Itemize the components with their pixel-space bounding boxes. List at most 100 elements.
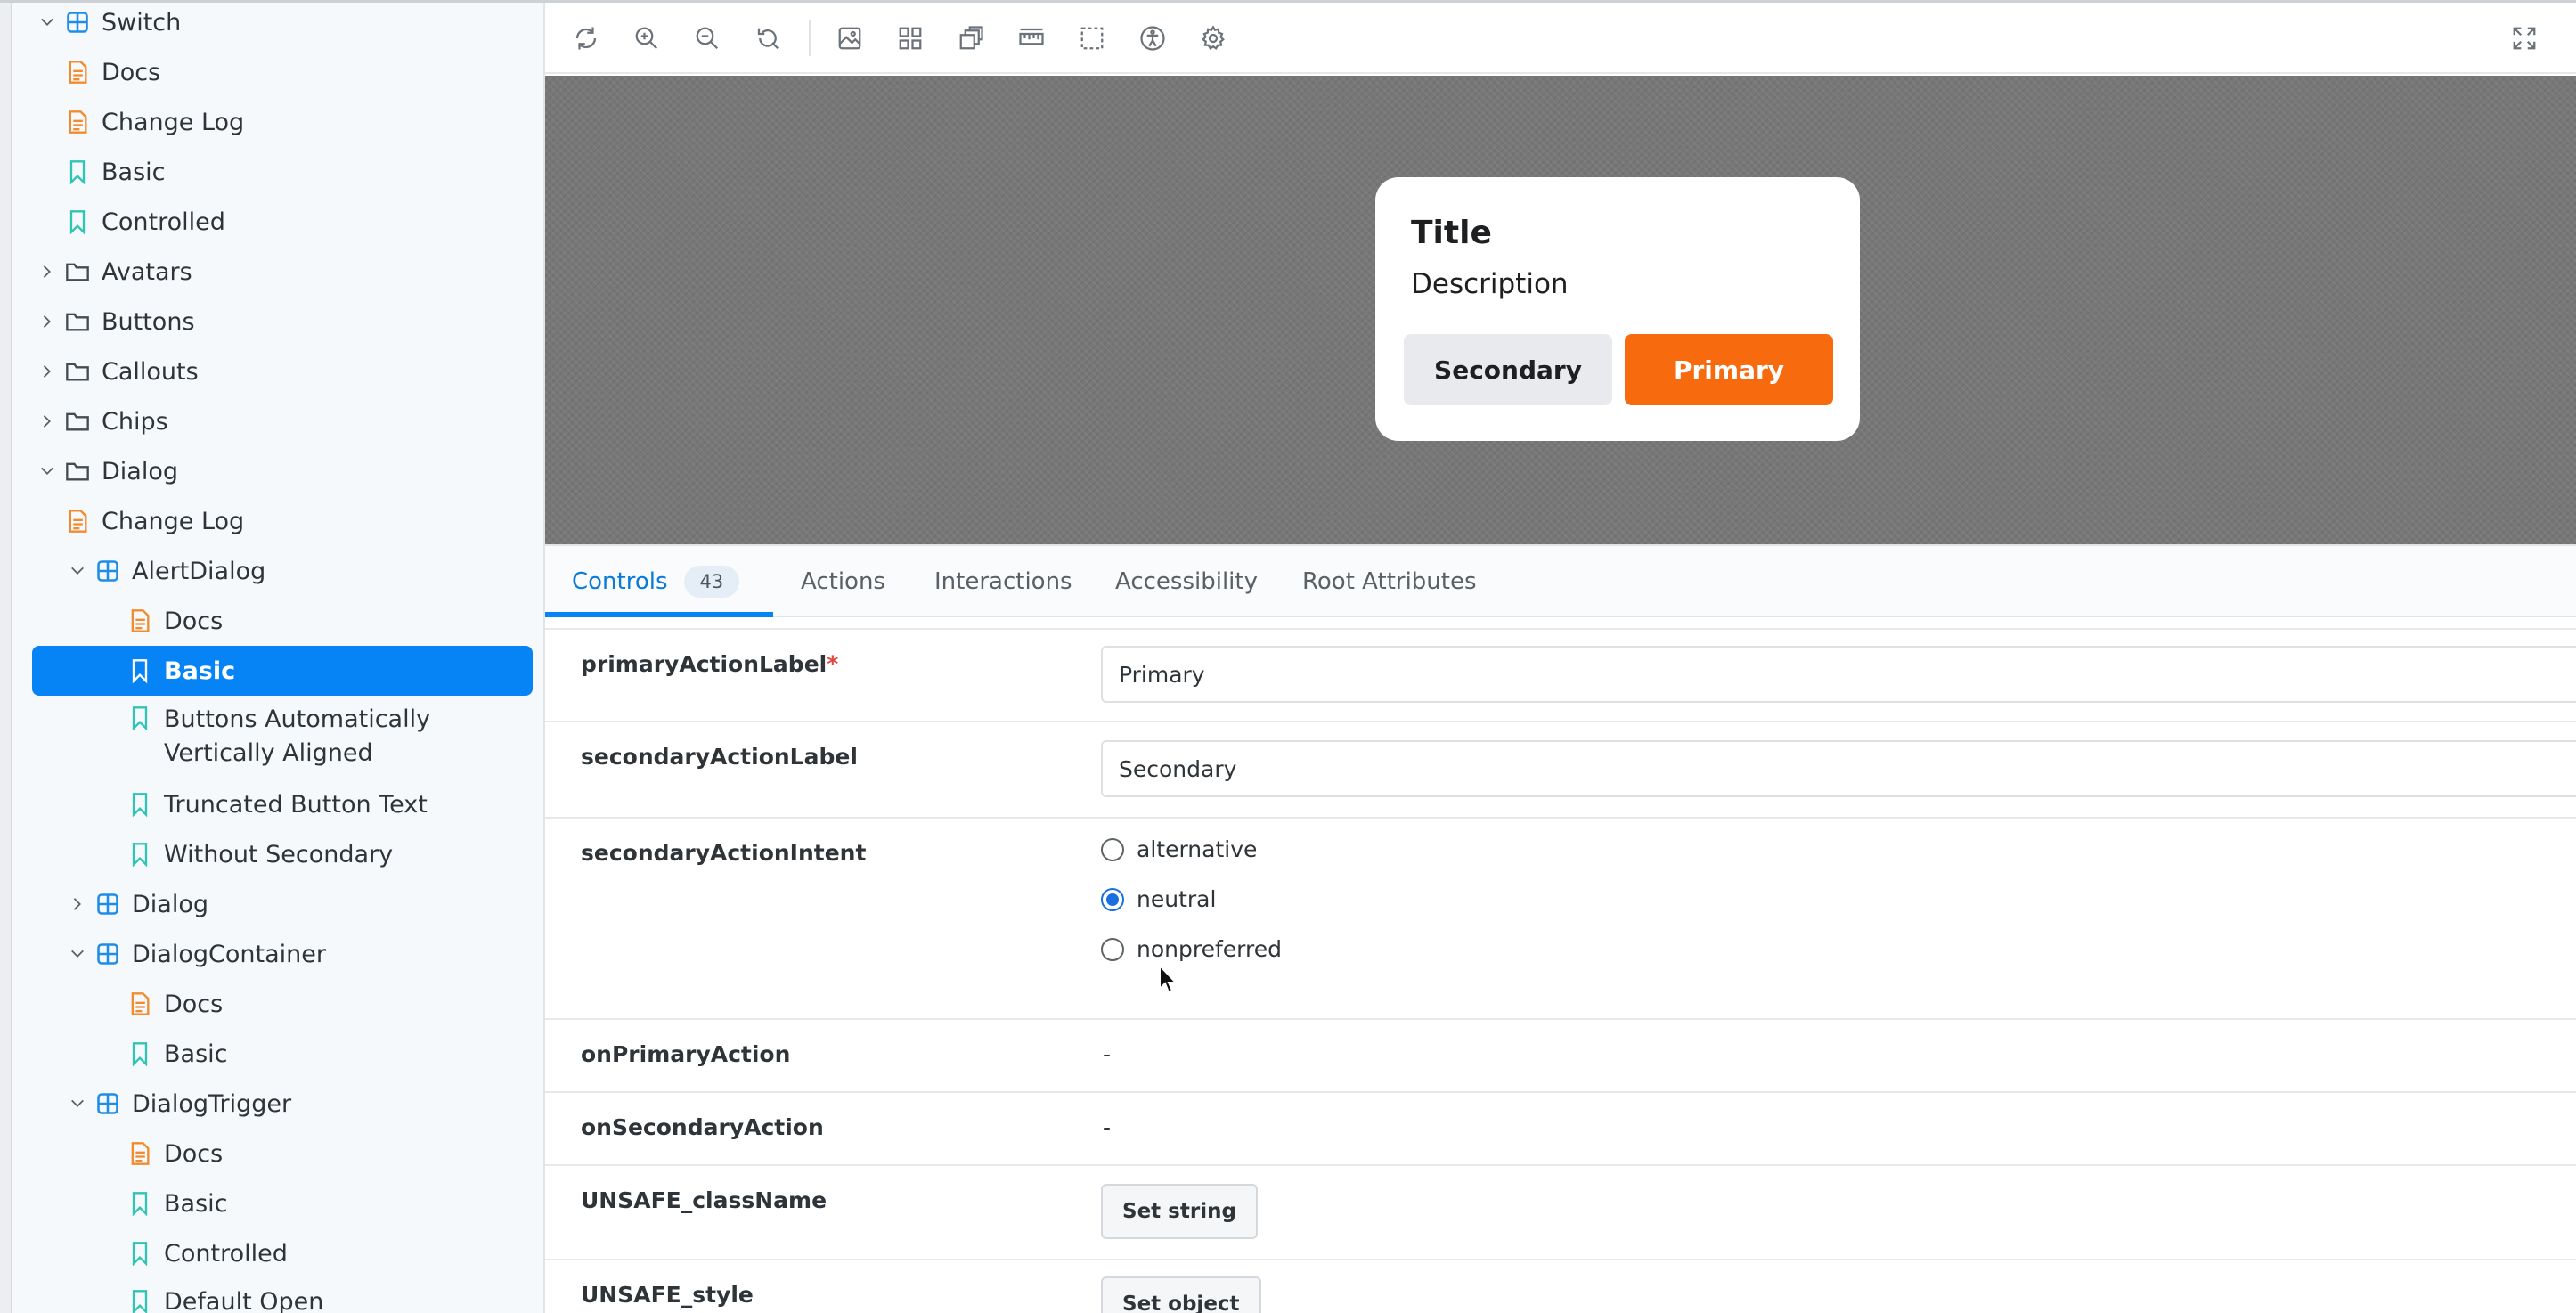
sidebar-item-dialog-folder[interactable]: Dialog: [32, 446, 533, 496]
sidebar-item-dialogtrigger-controlled[interactable]: Controlled: [32, 1228, 533, 1278]
sidebar-item-label: Controlled: [102, 208, 225, 236]
measure-icon[interactable]: [1014, 20, 1049, 56]
zoom-reset-icon[interactable]: [750, 20, 786, 56]
sidebar-item-alertdialog-docs[interactable]: Docs: [32, 596, 533, 646]
sidebar-item-dialogtrigger[interactable]: DialogTrigger: [32, 1079, 533, 1129]
sidebar-item-buttons[interactable]: Buttons: [32, 297, 533, 347]
table-row-unsafe-classname: UNSAFE_className Set string: [545, 1166, 2576, 1260]
sidebar-item-avatars[interactable]: Avatars: [32, 247, 533, 297]
sidebar-item-label: Avatars: [102, 257, 192, 286]
required-marker: *: [827, 651, 839, 677]
sidebar-item-dialog-component[interactable]: Dialog: [32, 879, 533, 929]
tab-accessibility[interactable]: Accessibility: [1115, 546, 1258, 617]
chevron-down-icon[interactable]: [62, 563, 93, 579]
tab-label: Controls: [572, 568, 668, 595]
chevron-right-icon[interactable]: [32, 413, 62, 429]
bookmark-icon: [125, 789, 155, 820]
chevron-down-icon[interactable]: [32, 463, 62, 479]
radio-button[interactable]: [1101, 937, 1124, 961]
tab-root-attributes[interactable]: Root Attributes: [1302, 546, 1477, 617]
sidebar-item-dialogtrigger-basic[interactable]: Basic: [32, 1178, 533, 1228]
sidebar-item-dialogcontainer-docs[interactable]: Docs: [32, 979, 533, 1029]
alert-dialog: Title Description Secondary Primary: [1375, 177, 1860, 441]
sidebar-item-label: Docs: [102, 58, 161, 86]
chevron-down-icon[interactable]: [62, 1096, 93, 1112]
control-name: onSecondaryAction: [581, 1114, 824, 1140]
sidebar-item-without-secondary[interactable]: Without Secondary: [32, 829, 533, 879]
fullscreen-icon[interactable]: [2507, 20, 2542, 56]
accessibility-icon[interactable]: [1135, 20, 1170, 56]
dialog-secondary-button[interactable]: Secondary: [1404, 334, 1612, 405]
tab-actions[interactable]: Actions: [801, 546, 885, 617]
mouse-pointer-icon: [1159, 964, 1178, 994]
radio-neutral[interactable]: neutral: [1101, 886, 1216, 912]
sidebar-item-alertdialog[interactable]: AlertDialog: [32, 546, 533, 596]
zoom-in-icon[interactable]: [629, 20, 664, 56]
chevron-right-icon[interactable]: [32, 314, 62, 330]
tab-label: Interactions: [934, 568, 1072, 595]
sidebar-item-switch-change-log[interactable]: Change Log: [32, 97, 533, 147]
control-name: onPrimaryAction: [581, 1041, 791, 1067]
sidebar-item-label: Dialog: [132, 890, 208, 918]
folder-icon: [62, 356, 93, 387]
control-name: secondaryActionIntent: [581, 840, 867, 866]
controls-table: primaryActionLabel* Primary secondaryAct…: [545, 619, 2576, 1313]
sidebar-item-buttons-automatically-vertically-aligned[interactable]: Buttons Automatically Vertically Aligned: [32, 696, 451, 771]
set-string-button[interactable]: Set string: [1101, 1184, 1258, 1239]
sidebar-item-switch-basic[interactable]: Basic: [32, 147, 533, 197]
radio-alternative[interactable]: alternative: [1101, 836, 1257, 862]
sidebar-item-dialogcontainer[interactable]: DialogContainer: [32, 929, 533, 979]
reload-icon[interactable]: [568, 20, 604, 56]
sidebar-item-label: Basic: [164, 656, 236, 685]
sidebar-item-truncated-button-text[interactable]: Truncated Button Text: [32, 779, 533, 829]
radio-button[interactable]: [1101, 837, 1124, 861]
sidebar-item-label: Change Log: [102, 507, 245, 535]
sidebar-item-label: Basic: [164, 1040, 228, 1068]
viewport-icon[interactable]: [1074, 20, 1110, 56]
secondary-action-label-input[interactable]: Secondary: [1101, 740, 2576, 797]
sidebar-item-switch[interactable]: Switch: [32, 3, 533, 47]
chevron-right-icon[interactable]: [62, 896, 93, 912]
settings-icon[interactable]: [1195, 20, 1231, 56]
bookmark-icon: [125, 1238, 155, 1268]
outline-icon[interactable]: [953, 20, 989, 56]
sidebar-item-label: Controlled: [164, 1239, 288, 1268]
sidebar-item-callouts[interactable]: Callouts: [32, 347, 533, 396]
bookmark-icon: [125, 1286, 155, 1313]
sidebar-item-switch-controlled[interactable]: Controlled: [32, 197, 533, 247]
chevron-down-icon[interactable]: [32, 14, 62, 30]
window-edge: [0, 0, 12, 1313]
radio-label: neutral: [1137, 886, 1217, 912]
grid-icon[interactable]: [893, 20, 928, 56]
sidebar-item-label: Buttons: [102, 307, 195, 336]
dialog-primary-button[interactable]: Primary: [1625, 334, 1833, 405]
sidebar-item-alertdialog-basic[interactable]: Basic: [32, 646, 533, 696]
sidebar-item-dialog-change-log[interactable]: Change Log: [32, 496, 533, 546]
chevron-right-icon[interactable]: [32, 264, 62, 280]
sidebar-item-dialogtrigger-docs[interactable]: Docs: [32, 1129, 533, 1178]
background-icon[interactable]: [832, 20, 868, 56]
folder-icon: [62, 257, 93, 287]
component-icon: [93, 556, 123, 586]
radio-nonpreferred[interactable]: nonpreferred: [1101, 936, 1282, 962]
chevron-right-icon[interactable]: [32, 363, 62, 379]
table-row-on-primary-action: onPrimaryAction -: [545, 1020, 2576, 1093]
zoom-out-icon[interactable]: [689, 20, 725, 56]
component-icon: [62, 7, 93, 37]
control-name: UNSAFE_style: [581, 1282, 754, 1308]
tab-controls[interactable]: Controls 43: [572, 546, 740, 617]
sidebar-item-switch-docs[interactable]: Docs: [32, 47, 533, 97]
sidebar-item-label: Switch: [102, 8, 182, 37]
control-name-text: primaryActionLabel: [581, 651, 827, 677]
sidebar-item-chips[interactable]: Chips: [32, 396, 533, 446]
set-object-button[interactable]: Set object: [1101, 1276, 1261, 1313]
component-icon: [93, 1089, 123, 1119]
chevron-down-icon[interactable]: [62, 946, 93, 962]
radio-button[interactable]: [1101, 887, 1124, 911]
tab-interactions[interactable]: Interactions: [934, 546, 1072, 617]
radio-label: alternative: [1137, 836, 1258, 862]
primary-action-label-input[interactable]: Primary: [1101, 646, 2576, 703]
sidebar-item-dialogtrigger-default-open[interactable]: Default Open: [32, 1276, 533, 1313]
sidebar-item-dialogcontainer-basic[interactable]: Basic: [32, 1029, 533, 1079]
tab-label: Accessibility: [1115, 568, 1258, 595]
